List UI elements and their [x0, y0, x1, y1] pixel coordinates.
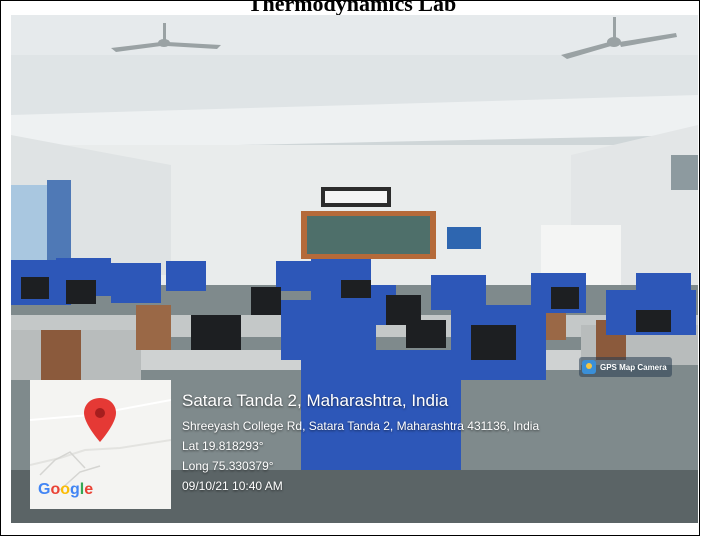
google-logo-letter: o — [60, 481, 71, 498]
location-map-thumbnail[interactable]: Google — [30, 380, 171, 509]
lab-photo: Google GPS Map Camera Satara Tanda 2, Ma… — [11, 15, 698, 523]
gps-camera-icon — [582, 360, 596, 374]
geotag-info: Satara Tanda 2, Maharashtra, India Shree… — [182, 390, 539, 496]
gps-map-camera-label: GPS Map Camera — [600, 362, 667, 372]
location-address: Shreeyash College Rd, Satara Tanda 2, Ma… — [182, 419, 540, 433]
google-logo-letter: o — [50, 481, 61, 498]
timestamp-value: 09/10/21 10:40 AM — [182, 479, 283, 493]
location-title: Satara Tanda 2, Maharashtra, India — [182, 391, 449, 410]
google-logo-letter: e — [84, 481, 94, 498]
google-logo: Google — [38, 481, 93, 499]
map-pin-icon — [84, 398, 116, 442]
latitude-value: Lat 19.818293° — [182, 439, 264, 453]
document-frame: Thermodynamics Lab Google GPS Map Camera… — [0, 0, 700, 536]
google-logo-letter: G — [38, 481, 51, 498]
google-logo-letter: g — [70, 481, 80, 498]
gps-map-camera-badge: GPS Map Camera — [579, 357, 672, 377]
longitude-value: Long 75.330379° — [182, 459, 274, 473]
